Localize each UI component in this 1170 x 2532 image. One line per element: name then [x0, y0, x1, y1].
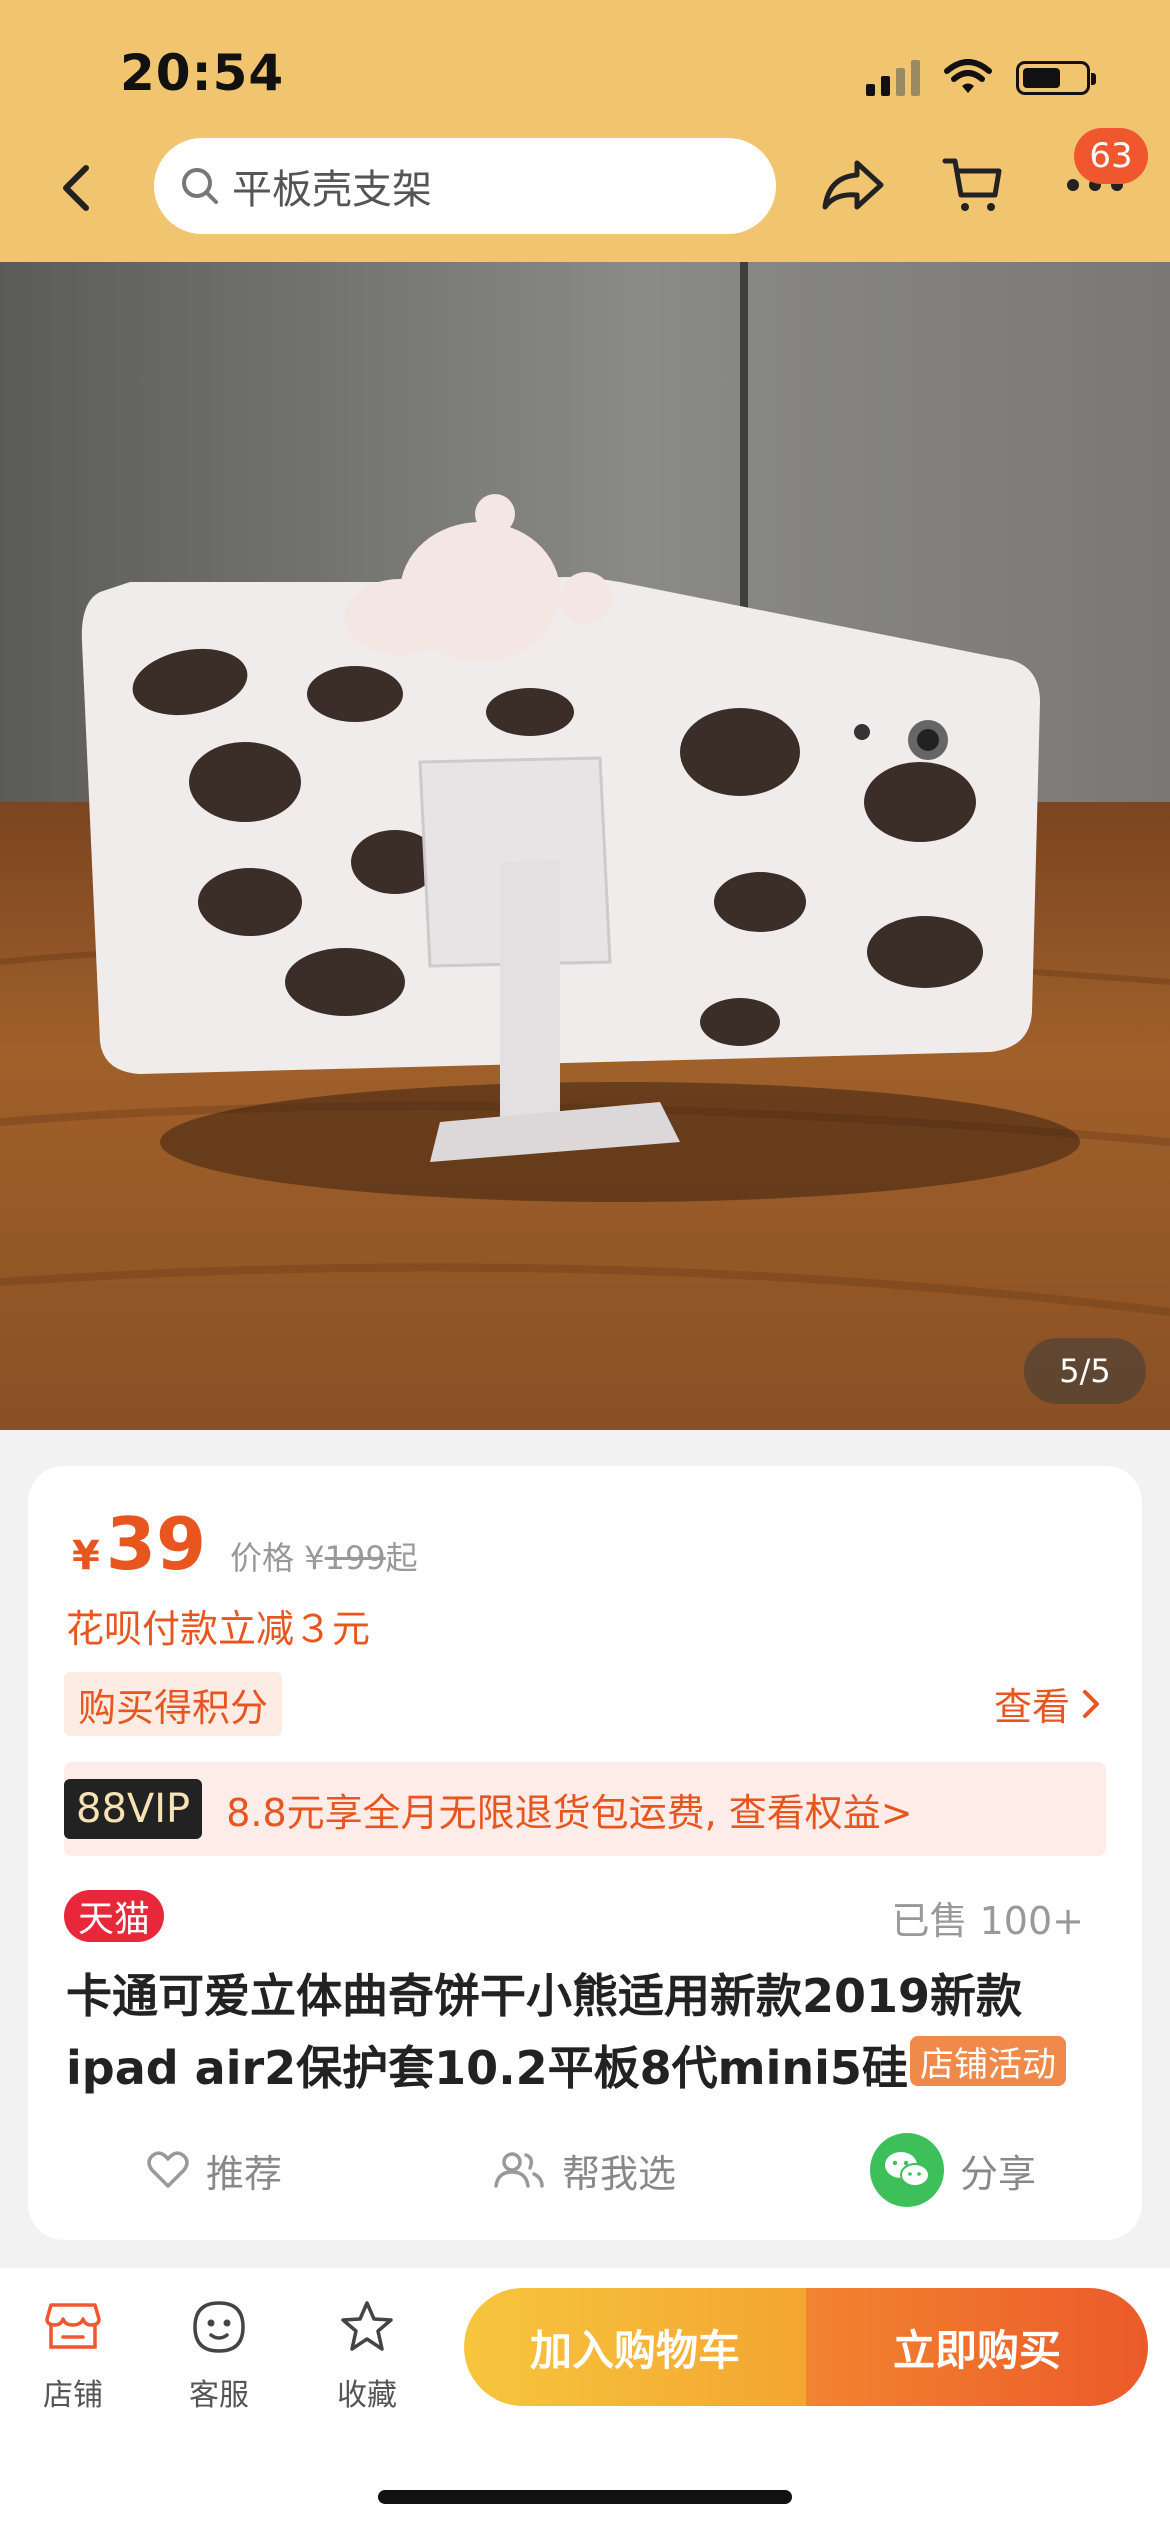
- tmall-tag: 天猫: [64, 1890, 165, 1942]
- share-wechat-button[interactable]: 分享: [870, 2130, 1036, 2210]
- action-row: 推荐 帮我选 分享: [28, 2130, 1142, 2210]
- back-button[interactable]: [48, 160, 104, 216]
- home-indicator: [378, 2490, 792, 2504]
- buy-now-button[interactable]: 立即购买: [806, 2288, 1148, 2406]
- help-choose-button[interactable]: 帮我选: [492, 2130, 676, 2210]
- original-price-suffix: 起: [385, 1539, 418, 1577]
- shop-activity-tag[interactable]: 店铺活动: [910, 2036, 1066, 2086]
- store-icon: [43, 2296, 103, 2356]
- vip-banner[interactable]: 88VIP 8.8元享全月无限退货包运费, 查看权益>: [64, 1762, 1106, 1856]
- tab-service[interactable]: 客服: [164, 2296, 274, 2414]
- star-icon: [337, 2296, 397, 2356]
- tab-service-label: 客服: [189, 2378, 249, 2413]
- chevron-right-icon: [1083, 1689, 1099, 1718]
- currency-symbol: ¥: [72, 1533, 100, 1579]
- product-image[interactable]: [0, 262, 1170, 1430]
- wifi-icon: [944, 59, 992, 93]
- heart-icon: [147, 2151, 189, 2188]
- cart-button[interactable]: [938, 150, 1008, 220]
- cart-icon: [942, 158, 1002, 211]
- original-price: 价格 ¥199起: [230, 1533, 418, 1579]
- share-button[interactable]: [818, 150, 888, 220]
- points-chip: 购买得积分: [64, 1672, 283, 1736]
- current-price: 39: [105, 1502, 207, 1586]
- search-placeholder: 平板壳支架: [232, 167, 432, 213]
- status-time: 20:54: [120, 44, 285, 102]
- recommend-button[interactable]: 推荐: [146, 2130, 282, 2210]
- tab-shop-label: 店铺: [43, 2378, 103, 2413]
- image-counter: 5/5: [1024, 1338, 1146, 1404]
- view-link-label: 查看: [993, 1685, 1070, 1729]
- tab-shop[interactable]: 店铺: [18, 2296, 128, 2414]
- signal-icon: [866, 60, 920, 96]
- original-price-value: 199: [324, 1539, 386, 1577]
- header: 20:54 平板壳支架 63: [0, 0, 1170, 262]
- huabei-promo: 花呗付款立减３元: [66, 1607, 371, 1651]
- service-face-icon: [189, 2296, 249, 2356]
- price-row: ¥ 39 价格 ¥199起: [72, 1502, 418, 1586]
- product-title-line-2: ipad air2保护套10.2平板8代mini5硅...: [66, 2041, 961, 2095]
- tab-favorite[interactable]: 收藏: [312, 2296, 422, 2414]
- recommend-label: 推荐: [206, 2151, 283, 2196]
- add-to-cart-button[interactable]: 加入购物车: [464, 2288, 806, 2406]
- view-link[interactable]: 查看: [994, 1676, 1102, 1731]
- original-price-label: 价格 ¥: [230, 1539, 325, 1577]
- battery-icon: [1016, 61, 1096, 95]
- share-arrow-icon: [822, 160, 884, 210]
- product-photo: [0, 262, 1170, 1430]
- status-icons: [866, 58, 1096, 98]
- search-icon: [178, 164, 222, 208]
- chevron-left-icon: [63, 165, 89, 211]
- help-choose-label: 帮我选: [562, 2151, 677, 2196]
- message-badge: 63: [1074, 128, 1148, 184]
- tab-favorite-label: 收藏: [337, 2378, 397, 2413]
- product-info-card: ¥ 39 价格 ¥199起 花呗付款立减３元 购买得积分 查看 88VIP 8.…: [28, 1466, 1142, 2240]
- wechat-icon: [870, 2133, 944, 2207]
- product-title-line-1: 卡通可爱立体曲奇饼干小熊适用新款2019新款: [66, 1969, 1023, 2023]
- share-label: 分享: [960, 2151, 1037, 2196]
- vip-text: 8.8元享全月无限退货包运费, 查看权益>: [226, 1790, 913, 1835]
- sold-count: 已售 100+: [891, 1899, 1084, 1943]
- vip-tag: 88VIP: [64, 1779, 203, 1839]
- people-icon: [494, 2152, 544, 2188]
- search-input[interactable]: 平板壳支架: [154, 138, 776, 234]
